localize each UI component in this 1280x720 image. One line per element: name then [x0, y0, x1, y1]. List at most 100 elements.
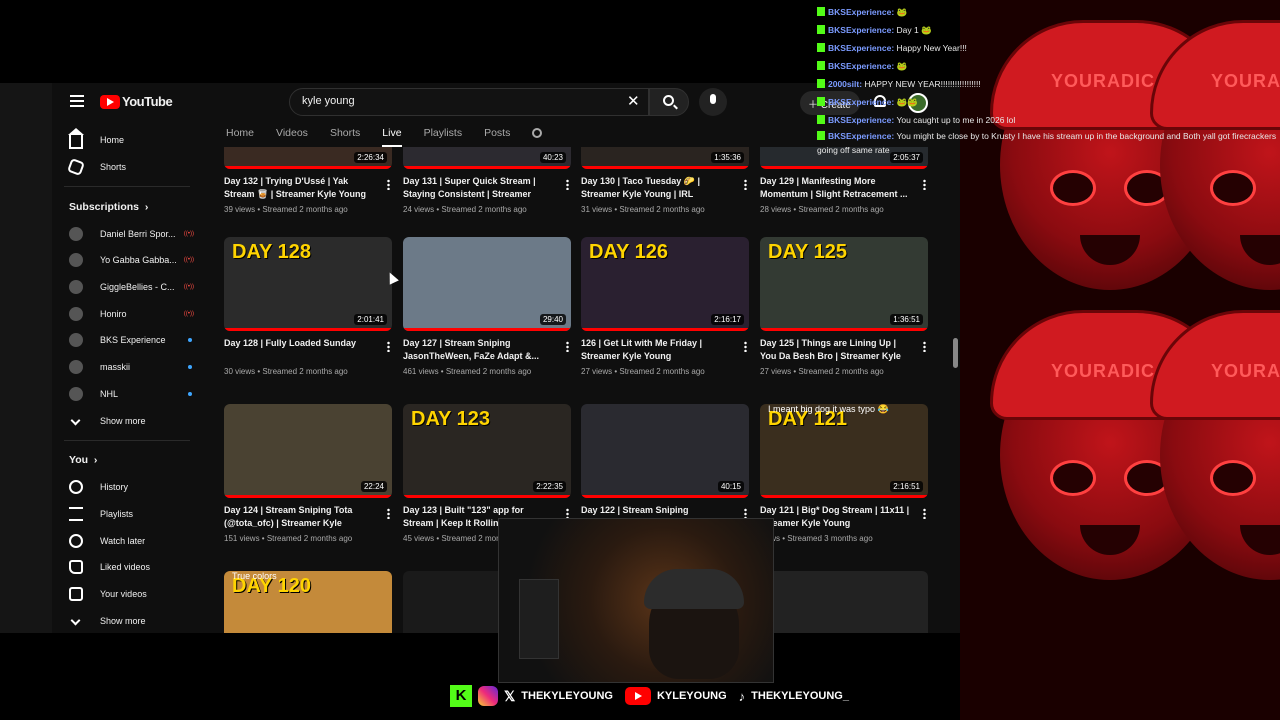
more-options-icon[interactable]	[387, 179, 390, 190]
video-title[interactable]: Day 125 | Things are Lining Up | You Da …	[760, 337, 928, 363]
scrollbar[interactable]	[953, 338, 958, 368]
video-thumbnail[interactable]: DAY 125 1:36:51	[760, 237, 928, 331]
video-thumbnail[interactable]: 29:40	[403, 237, 571, 331]
you-heading[interactable]: You ›	[52, 447, 202, 474]
video-thumbnail[interactable]: DAY 128 2:01:41	[224, 237, 392, 331]
shorts-icon	[67, 158, 85, 177]
kick-badge-icon	[817, 131, 825, 140]
watch-progress-bar	[760, 166, 928, 169]
sidebar-item-home[interactable]: Home	[52, 127, 202, 154]
channel-avatar-icon	[69, 386, 83, 401]
emote-eye-image	[1050, 460, 1096, 496]
video-card[interactable]	[760, 571, 928, 633]
video-thumbnail[interactable]: 1:35:36	[581, 147, 749, 169]
video-title[interactable]: Day 130 | Taco Tuesday 🌮 | Streamer Kyle…	[581, 175, 749, 201]
thumbnail-overlay-text: DAY 126	[589, 241, 668, 263]
more-options-icon[interactable]	[923, 508, 926, 519]
cap-text: YOURADICA	[1210, 361, 1280, 381]
more-options-icon[interactable]	[566, 179, 569, 190]
video-views: 28 views	[760, 205, 792, 214]
video-title[interactable]: 126 | Get Lit with Me Friday | Streamer …	[581, 337, 749, 363]
chat-message: BKSExperience: 🐸	[817, 57, 1280, 75]
live-indicator-icon: ((•))	[183, 284, 194, 291]
show-more-you[interactable]: Show more	[52, 607, 202, 633]
video-card[interactable]: 29:40 Day 127 | Stream Sniping JasonTheWe…	[403, 237, 571, 376]
video-card[interactable]: DAY 121 I meant big dog it was typo 😂 2:16…	[760, 404, 928, 543]
sidebar-item-shorts[interactable]: Shorts	[52, 154, 202, 181]
tab-shorts[interactable]: Shorts	[330, 127, 360, 147]
video-title[interactable]: Day 132 | Trying D'Ussé | Yak Stream 🥃 |…	[224, 175, 392, 201]
video-thumbnail[interactable]: 22:24	[224, 404, 392, 498]
video-thumbnail[interactable]: DAY 120 True colors	[224, 571, 392, 633]
clear-search-icon[interactable]: ✕	[627, 92, 640, 110]
video-title[interactable]: Day 121 | Big* Dog Stream | 11x11 | Stre…	[760, 504, 928, 530]
sidebar-item-subscription[interactable]: GiggleBellies - C... ((•))	[52, 274, 202, 301]
sidebar-item-watch-later[interactable]: Watch later	[52, 527, 202, 554]
voice-search-icon[interactable]	[699, 88, 727, 116]
tiktok-icon: ♪	[738, 688, 746, 704]
subscriptions-heading[interactable]: Subscriptions ›	[52, 193, 202, 220]
video-card[interactable]: 40:23 Day 131 | Super Quick Stream | Stay…	[403, 147, 571, 214]
video-card[interactable]: DAY 126 2:16:17 126 | Get Lit with Me Frid…	[581, 237, 749, 376]
tab-home[interactable]: Home	[226, 127, 254, 147]
sidebar-item-playlists[interactable]: Playlists	[52, 501, 202, 528]
sidebar-item-subscription[interactable]: BKS Experience	[52, 327, 202, 354]
sidebar-item-subscription[interactable]: Honiro ((•))	[52, 300, 202, 327]
video-card[interactable]: DAY 125 1:36:51 Day 125 | Things are Linin…	[760, 237, 928, 376]
video-thumbnail[interactable]: DAY 121 I meant big dog it was typo 😂 2:16…	[760, 404, 928, 498]
sidebar-item-subscription[interactable]: masskii	[52, 354, 202, 381]
video-views: 24 views	[403, 205, 435, 214]
sidebar-item-subscription[interactable]: Yo Gabba Gabba... ((•))	[52, 247, 202, 274]
kick-badge-icon	[817, 79, 825, 88]
video-thumbnail[interactable]: 40:15	[581, 404, 749, 498]
social-handle: THEKYLEYOUNG	[521, 690, 613, 702]
more-options-icon[interactable]	[923, 179, 926, 190]
video-title[interactable]: Day 124 | Stream Sniping Tota (@tota_ofc…	[224, 504, 392, 530]
video-title[interactable]: Day 129 | Manifesting More Momentum | Sl…	[760, 175, 928, 201]
sidebar-item-subscription[interactable]: NHL	[52, 381, 202, 408]
sidebar-item-subscription[interactable]: Daniel Berri Spor... ((•))	[52, 220, 202, 247]
thumbnail-overlay-text: DAY 128	[232, 241, 311, 263]
sidebar-item-history[interactable]: History	[52, 474, 202, 501]
video-card[interactable]: DAY 128 2:01:41 Day 128 | Fully Loaded Sun…	[224, 237, 392, 376]
video-meta: 461 views • Streamed 2 months ago	[403, 367, 571, 376]
video-card[interactable]: 40:15 Day 122 | Stream Sniping	[581, 404, 749, 534]
more-options-icon[interactable]	[923, 341, 926, 352]
more-options-icon[interactable]	[744, 179, 747, 190]
video-thumbnail[interactable]	[760, 571, 928, 633]
video-card[interactable]: 2:26:34 Day 132 | Trying D'Ussé | Yak Str…	[224, 147, 392, 214]
more-options-icon[interactable]	[744, 341, 747, 352]
show-more-subscriptions[interactable]: Show more	[52, 407, 202, 434]
video-thumbnail[interactable]: DAY 126 2:16:17	[581, 237, 749, 331]
video-thumbnail[interactable]: 40:23	[403, 147, 571, 169]
video-card[interactable]: 1:35:36 Day 130 | Taco Tuesday 🌮 | Stream…	[581, 147, 749, 214]
tab-videos[interactable]: Videos	[276, 127, 308, 147]
sidebar-item-label: Shorts	[100, 162, 127, 173]
video-title[interactable]: Day 128 | Fully Loaded Sunday	[224, 337, 392, 363]
search-icon	[663, 95, 674, 106]
search-input[interactable]: kyle young	[289, 88, 649, 116]
video-card[interactable]: 2:05:37 Day 129 | Manifesting More Moment…	[760, 147, 928, 214]
tab-playlists[interactable]: Playlists	[424, 127, 463, 147]
sidebar-item-your-videos[interactable]: Your videos	[52, 581, 202, 608]
video-title[interactable]: Day 127 | Stream Sniping JasonTheWeen, F…	[403, 337, 571, 363]
video-title[interactable]: Day 131 | Super Quick Stream | Staying C…	[403, 175, 571, 201]
video-thumbnail[interactable]: 2:26:34	[224, 147, 392, 169]
search-button[interactable]	[649, 88, 689, 116]
more-options-icon[interactable]	[387, 508, 390, 519]
menu-icon[interactable]	[70, 95, 84, 107]
instagram-icon	[478, 686, 498, 706]
channel-avatar-icon	[69, 253, 83, 268]
youtube-icon	[624, 687, 651, 705]
video-card[interactable]: 22:24 Day 124 | Stream Sniping Tota (@tot…	[224, 404, 392, 543]
youtube-logo[interactable]: YouTube	[100, 94, 173, 109]
more-options-icon[interactable]	[387, 341, 390, 352]
video-meta: 27 views • Streamed 2 months ago	[581, 367, 749, 376]
tab-posts[interactable]: Posts	[484, 127, 510, 147]
tab-live[interactable]: Live	[382, 127, 402, 147]
video-thumbnail[interactable]: DAY 123 2:22:35	[403, 404, 571, 498]
channel-search-icon[interactable]	[532, 128, 543, 138]
sidebar-item-liked-videos[interactable]: Liked videos	[52, 554, 202, 581]
video-card[interactable]: DAY 120 True colors	[224, 571, 392, 633]
more-options-icon[interactable]	[566, 341, 569, 352]
